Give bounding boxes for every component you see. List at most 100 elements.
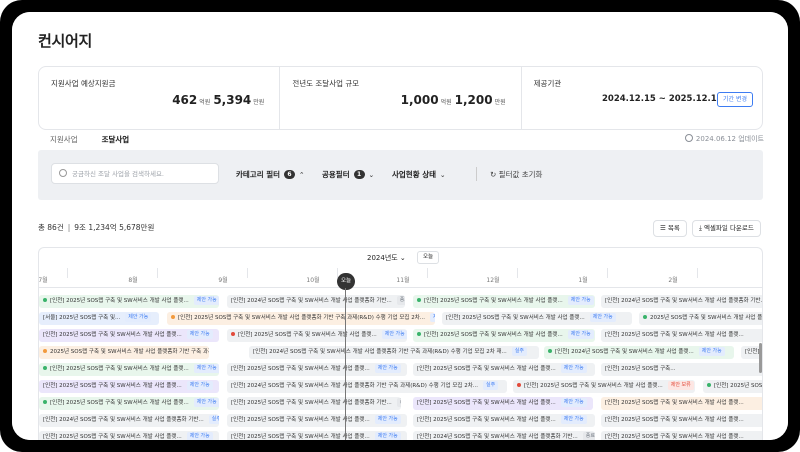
category-filter[interactable]: 카테고리 필터 6 ⌃ [236, 169, 304, 180]
screen: 컨시어지 지원사업 예상지원금 462 억원 5,394 만원 전년도 조달사업 규모… [12, 12, 788, 440]
project-bar[interactable]: [인천] 2025년 SOS랩 구축 및 SW서비스 개발 사업 플랫... 제안… [413, 329, 595, 342]
result-summary: 총 86건 | 9조 1,234억 5,678만원 [38, 223, 155, 232]
project-title: [인천] 2025년 SOS랩 구축 및 SW서비스 개발 사업 플랫... [446, 315, 585, 321]
project-bar[interactable]: [인천] 2025년 SOS랩 구축 및 SW서비스 개발 사업 플랫... 제안… [227, 414, 407, 427]
project-bar[interactable]: [인천] 2025년 SOS랩 구축 및 SW서비스 개발 사업 플랫... [601, 329, 762, 342]
month-tick [607, 268, 608, 278]
stat-label: 지원사업 예상지원금 [51, 79, 116, 88]
project-bar[interactable]: [인천] 2025년 SOS랩 구축 및 SW서비스 개발 사업 플랫... 제안… [413, 295, 595, 308]
project-bar[interactable]: 2025년 SOS랩 구축 및 SW서비스 개발 사업 플랫... [639, 312, 762, 325]
project-bar[interactable]: [인천] 2025년 SOS랩 구축 및 SW서비스 개발 사업 플랫... 제안… [39, 431, 219, 440]
timeline-header: 2024년도 ⌄ 오늘 [39, 248, 762, 268]
status-badge: 종료 [582, 432, 595, 440]
project-bar[interactable]: [인천] 2025년 SOS랩 구축 및 SW서비스 개발 사업 플랫... 제안… [513, 380, 695, 393]
month-tick [247, 268, 248, 278]
clock-icon [684, 134, 693, 142]
scrollbar[interactable] [759, 343, 762, 373]
project-bar[interactable]: [인천] 2025년 SOS랩 구축 및 SW서비스 개발 사업 플랫... 제안… [413, 397, 593, 410]
status-dot-icon [171, 315, 175, 319]
project-bar[interactable]: [인천] 2025년 SOS랩 구축 및 SW서비스 개발 사업 플랫... [601, 397, 762, 410]
excel-download-button[interactable]: ⤓ 엑셀파일 다운로드 [692, 220, 761, 237]
search-box[interactable] [51, 163, 219, 184]
month-axis: 7월 8월 9월 10월 11월 12월 1월 2월 [38, 268, 762, 288]
project-bar[interactable]: [인천] 2025년 SOS랩 구축 및 SW서비스 개발 사업 플랫... 제안… [39, 380, 219, 393]
project-bar[interactable]: [인천] 2025년 SOS랩 구축 및 SW서비스 개발 사업 플랫... 제안… [227, 431, 407, 440]
status-badge: 제안 가능 [374, 432, 401, 440]
year-selector[interactable]: 2024년도 ⌄ [367, 253, 406, 263]
common-filter[interactable]: 공용필터 1 ⌄ [322, 169, 374, 180]
status-dot-icon [231, 332, 235, 336]
project-bar[interactable]: [인천] 2025년 SOS랩 구축 및 SW서비스 개발 사업 플랫... 제안… [442, 312, 632, 325]
timeline-row: [서울] 2025년 SOS랩 구축 및... 제안 가능 [인천] 2025년 S… [39, 310, 762, 327]
timeline-row: [인천] 2025년 SOS랩 구축 및 SW서비스 개발 사업 플랫... 제안… [39, 293, 763, 310]
tab-support[interactable]: 지원사업 [38, 130, 90, 150]
list-button[interactable]: ☰ 목록 [653, 220, 687, 237]
status-badge: 종료 [396, 398, 401, 407]
status-badge: 제안 가능 [374, 364, 401, 373]
project-bar[interactable]: [인천] 2025년 SOS랩 구축 및 SW서비스 개발 사업 플랫... 제안… [39, 363, 219, 376]
status-badge: 제안 가능 [374, 415, 401, 424]
status-badge: 제안 가능 [186, 381, 213, 390]
stat-expected-support: 지원사업 예상지원금 462 억원 5,394 만원 [39, 67, 281, 129]
project-title: [인천] 2025년 SOS랩 구축 및 SW서비스 개발 사업 플랫... [424, 332, 563, 338]
status-badge: 제안 가능 [560, 398, 587, 407]
project-bar[interactable]: [인천] 2025년 SOS랩 구축 및 SW서비스 개발 사업 플랫... 제안… [39, 329, 219, 342]
project-bar[interactable]: [인천] 2025년 SOS랩 구축 및 SW서비스 개발 사업 플랫폼화 기반… [227, 397, 401, 410]
status-badge: 제안 가능 [560, 364, 587, 373]
status-badge: 제안 가능 [430, 313, 435, 322]
project-bar[interactable]: [인천] 2025년 SOS랩 구축 및 SW서비스 개발 사업 플랫... 제안… [413, 414, 595, 427]
project-bar[interactable]: [인천] 2024년 SOS랩 구축 및 SW서비스 개발 사업 플랫폼화 기반… [249, 346, 539, 359]
change-period-button[interactable]: 기간 변경 [717, 92, 753, 107]
project-bar[interactable]: [인천] 2025년 SOS랩 구축 및 SW서비스 개발 사업 플랫... [601, 414, 762, 427]
project-bar[interactable]: [인천] 2024년 SOS랩 구축 및 SW서비스 개발 사업 플랫폼화 기반… [227, 295, 405, 308]
project-bar[interactable]: [인천] 2025년 SOS랩 구축 및 SW서비스 개발 사업 플랫... [601, 431, 762, 440]
chevron-up-icon: ⌃ [299, 171, 305, 179]
project-bar[interactable]: [인천] 2024년 SOS랩 구축 및 SW서비스 개발 사업 플랫폼화 기반… [601, 295, 763, 308]
project-title: [인천] 2025년 SOS랩 구축 및 SW서비스 개발 사업 플랫... [424, 298, 563, 304]
status-badge: 제안 가능 [186, 330, 213, 339]
tab-procurement[interactable]: 조달사업 [89, 130, 142, 156]
project-bar[interactable]: 2025년 SOS랩 구축 및 SW서비스 개발 사업 플랫폼화 기반 구축 과… [39, 346, 209, 359]
project-title: [인천] 2025년 SOS랩 구축 및 SW서비스 개발 사업 플랫... [43, 332, 182, 338]
status-dot-icon [43, 400, 47, 404]
status-filter[interactable]: 사업현황 상태 ⌄ [392, 169, 445, 180]
status-badge: 제안 보류 [667, 381, 694, 390]
project-bar[interactable]: [인천] 2024년 SOS랩 구축 및 SW서비스 개발 사업 플랫... 제안… [544, 346, 734, 359]
project-bar[interactable]: [인천] 2025년 SOS랩 구축 및 SW서비스 개발 사업 플랫... 제안… [39, 295, 219, 308]
status-dot-icon [43, 366, 47, 370]
month-label: 10월 [306, 277, 320, 284]
search-input[interactable] [72, 166, 212, 181]
project-bar[interactable]: [서울] 2025년 SOS랩 구축 및... 제안 가능 [39, 312, 159, 325]
project-title: [인천] 2025년 SOS랩 구축 및 SW서비스 개발 사업 플랫... [43, 383, 182, 389]
month-label: 8월 [128, 277, 138, 284]
status-badge: 제안 가능 [698, 347, 725, 356]
status-badge: 제안 가능 [125, 313, 152, 322]
project-bar[interactable]: [인천] 2025년 SOS랩 구축 및 SW서비스 개발 사업 플랫... 제안… [413, 363, 595, 376]
project-title: [인천] 2025년 SOS랩 구축 및 SW서비스 개발 사업 플랫... [417, 400, 556, 406]
project-title: [인천] 2025년 SOS랩 구축 및 SW서비스 개발 사업 플랫... [605, 332, 744, 338]
reset-icon: ↻ [490, 170, 499, 179]
project-title: [인천] 2024년 SOS랩 구축 및 SW서비스 개발 사업 플랫폼화 기반… [231, 383, 478, 389]
project-bar[interactable]: [인천] 2025년 SOS랩 구축 및 SW서비스 개발 사업 플랫... 제안… [227, 363, 407, 376]
project-bar[interactable]: [인천] 2025년 SOS... [703, 380, 762, 393]
reset-filter-button[interactable]: ↻ 필터값 초기화 [490, 169, 542, 180]
project-bar[interactable]: [인천] 2024년 SOS랩 구축 및 SW서비스 개발 사업 플랫폼화 기반… [413, 431, 595, 440]
project-bar[interactable]: [인천] 2025년 SOS랩 구축 및 SW서비스 개발 사업 플랫폼화 기반… [167, 312, 435, 325]
project-title: [인천] 2025년 SOS랩 구축 및 SW서비스 개발 사업 플랫... [43, 434, 182, 440]
stat-last-year-scale: 전년도 조달사업 규모 1,000 억원 1,200 만원 [280, 67, 522, 129]
timeline-row: [인천] 2025년 SOS랩 구축 및 SW서비스 개발 사업 플랫... 제안… [39, 429, 762, 440]
project-bar[interactable]: [인천] 2025년 SOS랩 구축 및 SW서비스 개발 사업 플랫... 제안… [39, 397, 219, 410]
project-title: [인천] 2025년 SOS랩 구축 및 SW서비스 개발 사업 플랫... [605, 417, 744, 423]
page-title: 컨시어지 [38, 32, 93, 50]
today-button[interactable]: 오늘 [417, 251, 439, 264]
project-bar[interactable]: [인천] 2024년 SOS랩 구축 및 SW서비스 개발 사업 플랫폼화 기반… [227, 380, 507, 393]
project-title: [인천] 2024년 SOS랩 구축 및 SW서비스 개발 사업 플랫폼화 기반… [605, 298, 763, 304]
project-bar[interactable]: [인천] 2025년 SOS랩 구축... [601, 363, 762, 376]
month-label: 11월 [396, 277, 410, 284]
project-title: [인천] 2025년 SOS랩 구축 및 SW서비스 개발 사업 플랫... [231, 434, 370, 440]
month-label: 7월 [38, 277, 48, 284]
project-bar[interactable]: [인천] 2025년 SOS랩 구축 및 SW서비스 개발 사업 플랫... 제안… [227, 329, 407, 342]
month-tick [427, 268, 428, 278]
category-count-badge: 6 [284, 170, 296, 179]
project-bar[interactable]: [인천] 2024년 SOS랩 구축 및 SW서비스 개발 사업 플랫폼화 기반… [39, 414, 219, 427]
